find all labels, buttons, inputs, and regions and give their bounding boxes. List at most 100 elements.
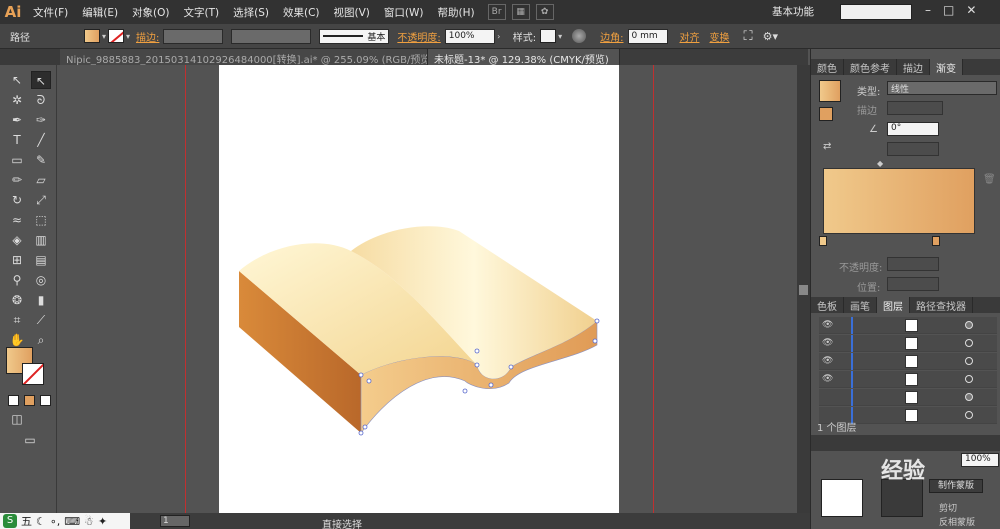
opacity-field[interactable]: 100% [444, 28, 495, 44]
color-mode-color-icon[interactable] [8, 395, 19, 406]
stroke-gradient-options[interactable] [887, 101, 943, 115]
stop-position-field[interactable] [887, 277, 939, 291]
symbol-sprayer-icon[interactable]: ❂ [7, 291, 27, 309]
color-mode-gradient-icon[interactable] [24, 395, 35, 406]
width-tool-icon[interactable]: ≈ [7, 211, 27, 229]
menu-file[interactable]: 文件(F) [26, 5, 75, 20]
menu-help[interactable]: 帮助(H) [431, 5, 482, 20]
paintbrush-icon[interactable]: ✎ [31, 151, 51, 169]
menu-select[interactable]: 选择(S) [226, 5, 276, 20]
maximize-icon[interactable]: □ [943, 3, 954, 17]
aspect-ratio-field[interactable] [887, 142, 939, 156]
chevron-down-icon[interactable]: ▾ [124, 32, 132, 41]
settings-icon[interactable]: ✦ [98, 515, 107, 528]
stroke-swatch[interactable] [108, 29, 124, 43]
color-mode-none-icon[interactable] [40, 395, 51, 406]
eye-icon[interactable]: 👁 [822, 338, 834, 348]
rectangle-tool-icon[interactable]: ▭ [7, 151, 27, 169]
arrange-documents-icon[interactable]: ▦ [511, 4, 530, 20]
line-tool-icon[interactable]: ╱ [31, 131, 51, 149]
tab-gradient[interactable]: 渐变 [930, 59, 963, 75]
zoom-tool-icon[interactable]: ⌕ [31, 331, 51, 349]
menu-window[interactable]: 窗口(W) [377, 5, 431, 20]
layer-row[interactable]: 👁 [819, 371, 997, 388]
perspective-grid-icon[interactable]: ▥ [31, 231, 51, 249]
scale-tool-icon[interactable]: ⤢ [31, 191, 51, 209]
bridge-icon[interactable]: Br [487, 4, 506, 20]
minimize-icon[interactable]: – [925, 3, 931, 17]
stroke-style-dropdown[interactable]: 基本 [319, 28, 390, 44]
close-icon[interactable]: ✕ [966, 3, 976, 17]
canvas[interactable] [57, 65, 797, 515]
graphic-style-swatch[interactable] [540, 29, 557, 43]
pencil-icon[interactable]: ✏ [7, 171, 27, 189]
workspace-switcher[interactable]: 基本功能 [772, 4, 814, 19]
selection-tool-icon[interactable]: ↖ [7, 71, 27, 89]
layer-row[interactable] [819, 389, 997, 406]
isolate-icon[interactable]: ⛶ [744, 29, 753, 44]
gradient-thumbnail[interactable] [819, 80, 841, 102]
fill-stroke-mini-icon[interactable] [819, 107, 833, 121]
transform-link[interactable]: 变换 [710, 29, 730, 44]
chevron-right-icon[interactable]: › [495, 32, 503, 41]
eraser-icon[interactable]: ▱ [31, 171, 51, 189]
angle-field[interactable]: 0° [887, 122, 939, 136]
opacity-label[interactable]: 不透明度: [397, 29, 440, 44]
stop-opacity-field[interactable] [887, 257, 939, 271]
menu-view[interactable]: 视图(V) [327, 5, 377, 20]
invert-mask-label[interactable]: 反相蒙版 [939, 515, 975, 528]
recolor-icon[interactable] [572, 29, 587, 43]
search-input[interactable] [840, 4, 912, 20]
tab-pathfinder[interactable]: 路径查找器 [910, 297, 973, 313]
draw-normal-icon[interactable]: ◫ [7, 410, 27, 428]
screen-mode-icon[interactable]: ▭ [20, 431, 40, 449]
magic-wand-icon[interactable]: ✲ [7, 91, 27, 109]
stroke-weight-field[interactable] [163, 28, 224, 44]
gradient-midpoint-icon[interactable]: ◆ [877, 159, 883, 168]
keyboard-icon[interactable]: ⌨ [64, 515, 80, 528]
reverse-gradient-icon[interactable]: ⇄ [823, 141, 831, 152]
tab-color[interactable]: 颜色 [811, 59, 844, 75]
gradient-tool-icon[interactable]: ▤ [31, 251, 51, 269]
transparency-opacity-field[interactable]: 100% [961, 453, 999, 467]
scroll-thumb[interactable] [799, 285, 808, 295]
menu-type[interactable]: 文字(T) [177, 5, 227, 20]
vertical-scrollbar[interactable] [797, 65, 810, 515]
rotate-tool-icon[interactable]: ↻ [7, 191, 27, 209]
corner-field[interactable]: 0 mm [627, 28, 668, 44]
variable-width-dropdown[interactable] [231, 28, 312, 44]
clip-label[interactable]: 剪切 [939, 501, 957, 514]
ime-mode-label[interactable]: 五 [21, 513, 32, 529]
slice-tool-icon[interactable]: ⟋ [31, 311, 51, 329]
tab-layers[interactable]: 图层 [877, 297, 910, 313]
page-nav[interactable]: 1 [160, 515, 190, 527]
delete-stop-icon[interactable]: 🗑 [983, 174, 996, 185]
gradient-type-dropdown[interactable]: 线性 [887, 81, 997, 95]
gpu-icon[interactable]: ✿ [535, 4, 554, 20]
column-graph-icon[interactable]: ▮ [31, 291, 51, 309]
align-link[interactable]: 对齐 [680, 29, 700, 44]
stroke-label[interactable]: 描边: [136, 29, 159, 44]
eye-icon[interactable]: 👁 [822, 356, 834, 366]
toolbar-header[interactable] [0, 49, 60, 65]
layer-row[interactable]: 👁 [819, 317, 997, 334]
corner-label[interactable]: 边角: [600, 29, 623, 44]
make-mask-button[interactable]: 制作蒙版 [929, 479, 983, 493]
punctuation-icon[interactable]: ∘, [50, 515, 60, 528]
blend-tool-icon[interactable]: ◎ [31, 271, 51, 289]
curvature-tool-icon[interactable]: ✑ [31, 111, 51, 129]
more-options-icon[interactable]: ⚙▾ [763, 30, 778, 43]
pen-tool-icon[interactable]: ✒ [7, 111, 27, 129]
menu-effect[interactable]: 效果(C) [276, 5, 327, 20]
tab-stroke[interactable]: 描边 [897, 59, 930, 75]
tab-untitled-13[interactable]: 未标题-13* @ 129.38% (CMYK/预览) [428, 49, 620, 65]
gradient-slider[interactable] [823, 168, 975, 234]
tab-swatches[interactable]: 色板 [811, 297, 844, 313]
direct-selection-tool-icon[interactable]: ↖ [31, 71, 51, 89]
eyedropper-icon[interactable]: ⚲ [7, 271, 27, 289]
eye-icon[interactable]: 👁 [822, 374, 834, 384]
ime-logo-icon[interactable]: S [3, 514, 17, 528]
skin-icon[interactable]: ☃ [84, 515, 94, 528]
mesh-tool-icon[interactable]: ⊞ [7, 251, 27, 269]
layer-row[interactable]: 👁 [819, 353, 997, 370]
